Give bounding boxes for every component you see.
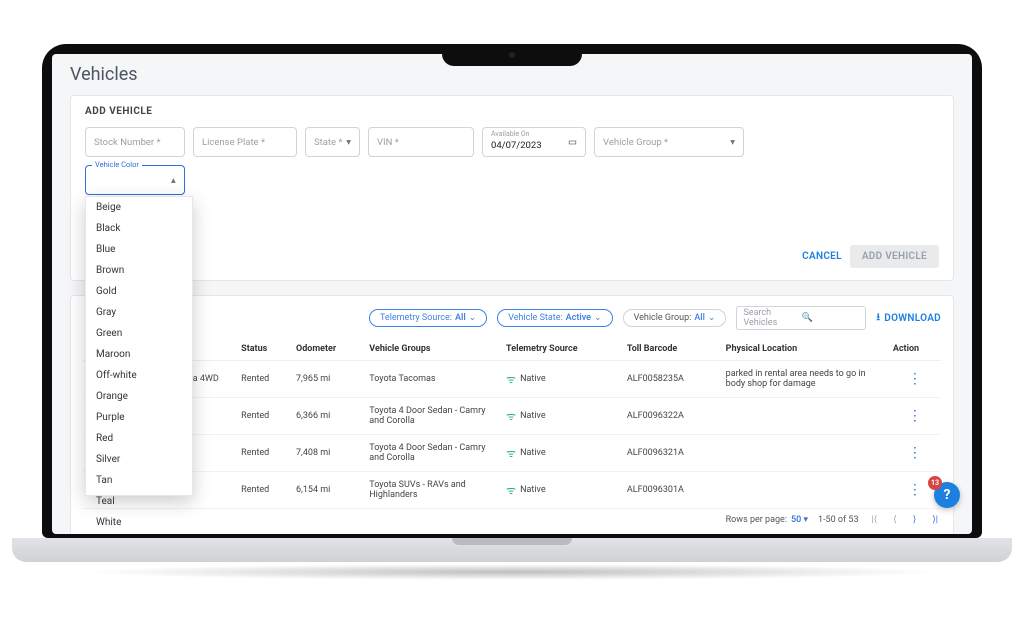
vehicle-color-select[interactable]: Vehicle Color ▾ BeigeBlackBlueBrownGoldG…: [85, 165, 185, 195]
vehicle-color-dropdown[interactable]: BeigeBlackBlueBrownGoldGrayGreenMaroonOf…: [85, 196, 193, 496]
column-header[interactable]: Odometer: [292, 338, 365, 361]
next-page-icon[interactable]: ⟩: [910, 515, 920, 525]
chevron-up-icon: ▾: [171, 175, 176, 186]
chevron-down-icon: ⌄: [708, 313, 716, 323]
vehicles-table-card: Telemetry Source: All⌄ Vehicle State: Ac…: [70, 295, 954, 534]
cancel-button[interactable]: CANCEL: [802, 251, 842, 262]
column-header[interactable]: Vehicle Groups: [365, 338, 502, 361]
table-row: 1982022AvalonRented7,408 miToyota 4 Door…: [83, 435, 941, 472]
column-header[interactable]: Physical Location: [722, 338, 889, 361]
row-actions-menu[interactable]: ⋮: [893, 445, 937, 461]
color-option[interactable]: Black: [86, 218, 192, 239]
add-vehicle-button[interactable]: ADD VEHICLE: [850, 245, 939, 268]
color-option[interactable]: Brown: [86, 260, 192, 281]
color-option[interactable]: Blue: [86, 239, 192, 260]
table-row: 1922022C-HRRented6,366 miToyota 4 Door S…: [83, 398, 941, 435]
wifi-icon: ᯤ: [506, 372, 516, 387]
color-option[interactable]: Gold: [86, 281, 192, 302]
page-range: 1-50 of 53: [818, 515, 859, 525]
screen-bezel: Vehicles ADD VEHICLE Stock Number * Lice…: [42, 44, 982, 538]
color-option[interactable]: Maroon: [86, 344, 192, 365]
telemetry-source-filter[interactable]: Telemetry Source: All⌄: [369, 309, 487, 327]
app-screen: Vehicles ADD VEHICLE Stock Number * Lice…: [52, 54, 972, 534]
color-option[interactable]: Off-white: [86, 365, 192, 386]
color-option[interactable]: Tan: [86, 470, 192, 491]
color-option[interactable]: Purple: [86, 407, 192, 428]
table-row: 1E32022Tacoma 4WDRented7,965 miToyota Ta…: [83, 361, 941, 398]
column-header[interactable]: Action: [889, 338, 941, 361]
stock-number-field[interactable]: Stock Number *: [85, 127, 185, 157]
rows-per-page-select[interactable]: 50 ▾: [791, 515, 808, 525]
color-option[interactable]: Yellow: [86, 533, 192, 534]
color-option[interactable]: Orange: [86, 386, 192, 407]
wifi-icon: ᯤ: [506, 483, 516, 498]
color-option[interactable]: Silver: [86, 449, 192, 470]
search-input[interactable]: Search Vehicles🔍: [736, 306, 866, 330]
table-row: 7002022RAV4Rented6,154 miToyota SUVs - R…: [83, 472, 941, 509]
first-page-icon[interactable]: |⟨: [869, 515, 881, 525]
vehicle-group-select[interactable]: Vehicle Group *▾: [594, 127, 744, 157]
chevron-down-icon: ▾: [346, 137, 351, 148]
color-option[interactable]: Gray: [86, 302, 192, 323]
chevron-down-icon: ⌄: [469, 313, 477, 323]
color-option[interactable]: Beige: [86, 197, 192, 218]
color-option[interactable]: Teal: [86, 491, 192, 512]
column-header[interactable]: Toll Barcode: [623, 338, 722, 361]
calendar-icon: ▭: [568, 137, 577, 148]
download-button[interactable]: ⭳DOWNLOAD: [876, 310, 941, 327]
state-select[interactable]: State *▾: [305, 127, 360, 157]
color-option[interactable]: Green: [86, 323, 192, 344]
download-icon: ⭳: [876, 310, 880, 327]
help-fab[interactable]: ? 13: [934, 482, 960, 508]
notification-badge: 13: [928, 476, 942, 490]
available-on-field[interactable]: Available On 04/07/2023 ▭: [482, 127, 586, 157]
table-pagination: Rows per page: 50 ▾ 1-50 of 53 |⟨ ⟨ ⟩ ⟩|: [83, 515, 941, 525]
row-actions-menu[interactable]: ⋮: [893, 408, 937, 424]
laptop-base: [12, 538, 1012, 562]
chevron-down-icon: ▾: [730, 137, 735, 148]
vehicle-state-filter[interactable]: Vehicle State: Active⌄: [497, 309, 612, 327]
license-plate-field[interactable]: License Plate *: [193, 127, 297, 157]
prev-page-icon[interactable]: ⟨: [890, 515, 900, 525]
color-option[interactable]: White: [86, 512, 192, 533]
last-page-icon[interactable]: ⟩|: [929, 515, 941, 525]
camera-notch: [442, 44, 582, 66]
search-icon: 🔍: [801, 313, 859, 323]
add-vehicle-card: ADD VEHICLE Stock Number * License Plate…: [70, 95, 954, 281]
page-title: Vehicles: [70, 64, 954, 85]
wifi-icon: ᯤ: [506, 446, 516, 461]
card-title: ADD VEHICLE: [85, 106, 939, 117]
laptop-frame: Vehicles ADD VEHICLE Stock Number * Lice…: [42, 44, 982, 580]
wifi-icon: ᯤ: [506, 409, 516, 424]
column-header[interactable]: Status: [237, 338, 292, 361]
vin-field[interactable]: VIN *: [368, 127, 474, 157]
vehicles-table: seYearModelStatusOdometerVehicle GroupsT…: [83, 338, 941, 509]
vehicle-group-filter[interactable]: Vehicle Group: All⌄: [623, 309, 727, 327]
row-actions-menu[interactable]: ⋮: [893, 371, 937, 387]
color-option[interactable]: Red: [86, 428, 192, 449]
chevron-down-icon: ⌄: [594, 313, 602, 323]
column-header[interactable]: Telemetry Source: [502, 338, 623, 361]
